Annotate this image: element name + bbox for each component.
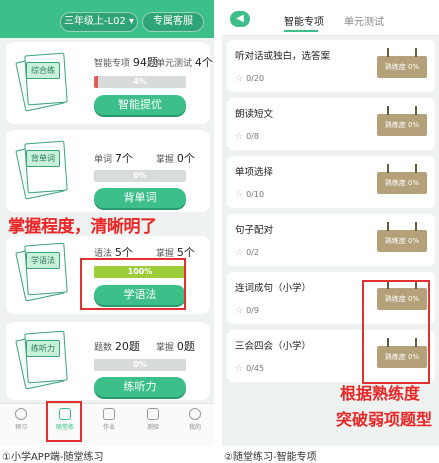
item-title: 句子配对 — [235, 225, 274, 236]
item-title: 单项选择 — [235, 167, 274, 178]
star-icon: ☆ — [235, 132, 244, 142]
customer-service-button[interactable]: 专属客服 — [142, 12, 204, 32]
active-tab-indicator — [284, 30, 318, 32]
caption-left: ①小学APP端-随堂练习 — [2, 452, 104, 463]
card-vocabulary: 背单词 单词 7个 掌握 0个 0% 背单词 — [6, 130, 210, 212]
annotation-highlight-box — [80, 258, 186, 310]
arrow-left-icon[interactable]: ◀ — [230, 11, 250, 27]
book-illustration-icon: 学语法 — [15, 242, 70, 302]
homework-icon — [103, 408, 115, 420]
grade-selector[interactable]: 三年级上-L02 ▾ — [60, 12, 138, 32]
item-count: ☆ 0/8 — [235, 132, 259, 142]
progress-label: 0% — [133, 171, 147, 180]
card-tag: 背单词 — [26, 150, 60, 167]
card-listening: 练听力 题数 20题 掌握 0题 0% 练听力 — [6, 322, 210, 400]
book-illustration-icon: 背单词 — [15, 140, 70, 200]
stat-2: 掌握 0个 — [156, 152, 195, 165]
caption-right: ②随堂练习-智能专项 — [224, 452, 317, 463]
progress-label: 4% — [133, 77, 147, 86]
list-item[interactable]: 听对话或独白，选答案 ☆ 0/20 熟练度 0% — [227, 40, 435, 92]
annotation-line-1: 根据熟练度 — [340, 384, 421, 403]
stat-2: 单元测试 4个 — [156, 56, 213, 69]
star-icon: ☆ — [235, 248, 244, 258]
stat-1: 题数 20题 — [94, 340, 140, 353]
stat-2: 掌握 0题 — [156, 340, 195, 353]
tab-smart-special[interactable]: 智能专项 — [284, 13, 324, 28]
right-phone-screen: ◀ 智能专项 单元测试 听对话或独白，选答案 ☆ 0/20 熟练度 0% 朗读短文… — [222, 0, 439, 446]
nav-item-preview[interactable]: 预习 — [6, 408, 36, 431]
star-icon: ☆ — [235, 364, 244, 374]
magnifier-icon — [15, 408, 27, 420]
annotation-line-2: 突破弱项题型 — [336, 410, 433, 429]
profile-icon — [189, 408, 201, 420]
star-icon: ☆ — [235, 74, 244, 84]
progress-bar: 4% — [94, 76, 186, 88]
item-count: ☆ 0/45 — [235, 364, 265, 374]
item-count: ☆ 0/9 — [235, 306, 259, 316]
mastery-board: 熟练度 0% — [377, 48, 427, 78]
item-count: ☆ 0/10 — [235, 190, 265, 200]
annotation-nav-highlight-box — [46, 401, 82, 442]
item-count: ☆ 0/2 — [235, 248, 259, 258]
smart-improve-button[interactable]: 智能提优 — [94, 95, 186, 115]
quiz-icon — [147, 408, 159, 420]
annotation-mastery-box — [362, 280, 430, 384]
card-tag: 学语法 — [26, 252, 60, 269]
card-tag: 练听力 — [26, 340, 60, 357]
tab-unit-test[interactable]: 单元测试 — [344, 13, 384, 28]
left-phone-screen: 三年级上-L02 ▾ 专属客服 综合练 智能专项 94题 单元测试 4个 4% … — [0, 0, 214, 446]
book-illustration-icon: 练听力 — [15, 330, 70, 390]
mastery-board: 熟练度 0% — [377, 106, 427, 136]
stat-1: 单词 7个 — [94, 152, 133, 165]
item-title: 三会四会（小学） — [235, 341, 312, 352]
listening-button[interactable]: 练听力 — [94, 377, 186, 397]
list-item[interactable]: 单项选择 ☆ 0/10 熟练度 0% — [227, 156, 435, 208]
nav-item-profile[interactable]: 我的 — [180, 408, 210, 431]
nav-item-quiz[interactable]: 测验 — [138, 408, 168, 431]
star-icon: ☆ — [235, 306, 244, 316]
item-title: 连词成句（小学） — [235, 283, 312, 294]
star-icon: ☆ — [235, 190, 244, 200]
book-illustration-icon: 综合练 — [15, 52, 70, 112]
progress-label: 0% — [133, 360, 147, 369]
item-count: ☆ 0/20 — [235, 74, 265, 84]
right-header: ◀ 智能专项 单元测试 — [222, 0, 439, 36]
progress-bar: 0% — [94, 359, 186, 371]
stat-1: 智能专项 94题 — [94, 56, 158, 69]
left-header: 三年级上-L02 ▾ 专属客服 — [0, 0, 214, 38]
item-title: 朗读短文 — [235, 109, 274, 120]
mastery-board: 熟练度 0% — [377, 222, 427, 252]
vocabulary-button[interactable]: 背单词 — [94, 188, 186, 208]
progress-bar: 0% — [94, 170, 186, 182]
mastery-board: 熟练度 0% — [377, 164, 427, 194]
card-comprehensive: 综合练 智能专项 94题 单元测试 4个 4% 智能提优 — [6, 42, 213, 124]
nav-item-homework[interactable]: 作业 — [94, 408, 124, 431]
list-item[interactable]: 句子配对 ☆ 0/2 熟练度 0% — [227, 214, 435, 266]
list-item[interactable]: 朗读短文 ☆ 0/8 熟练度 0% — [227, 98, 435, 150]
bottom-nav: 预习 随堂练 作业 测验 我的 — [0, 403, 214, 446]
annotation-mastery-text: 掌握程度，清晰明了 — [8, 217, 157, 237]
card-tag: 综合练 — [26, 62, 60, 79]
item-title: 听对话或独白，选答案 — [235, 51, 331, 62]
